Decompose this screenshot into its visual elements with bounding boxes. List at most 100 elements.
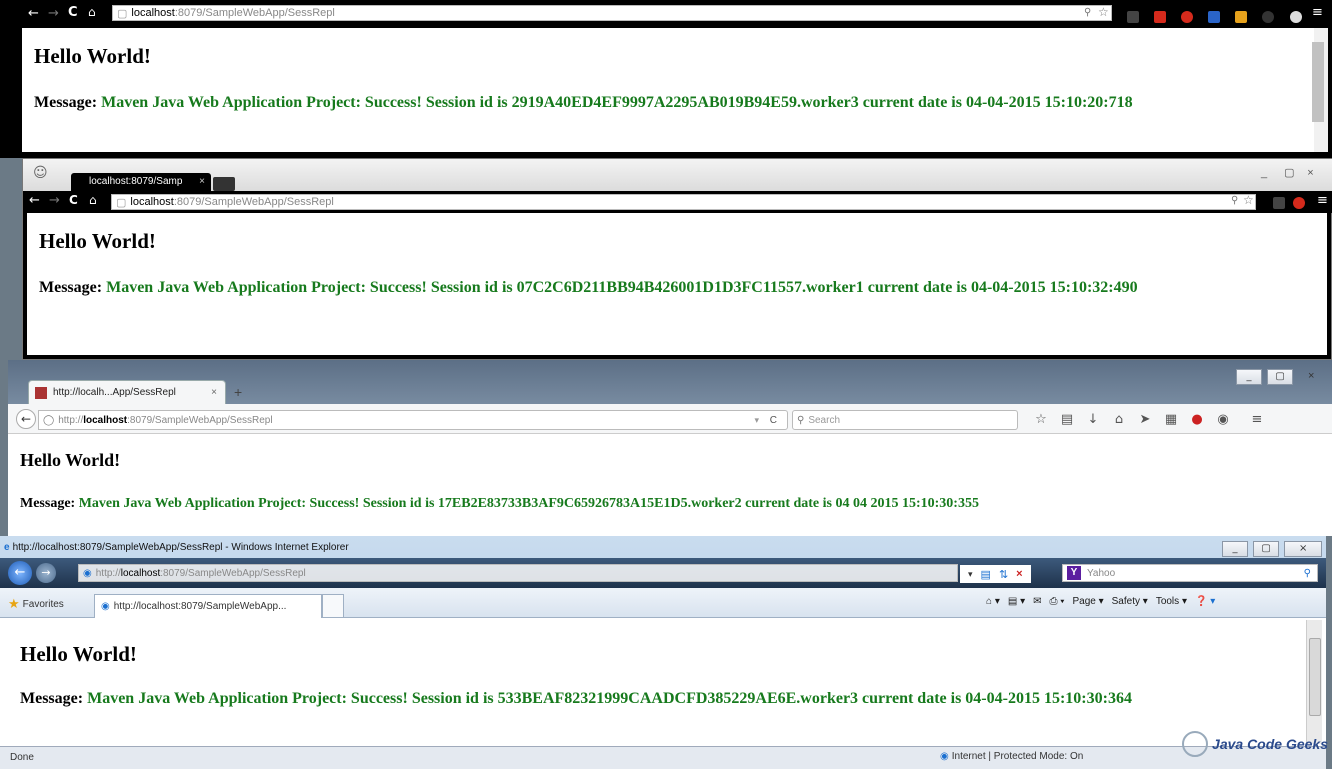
extension-icon[interactable]: [1154, 11, 1167, 23]
reload-icon[interactable]: C: [68, 5, 78, 20]
forward-icon[interactable]: →: [48, 6, 59, 21]
home-icon[interactable]: ⌂: [1110, 410, 1128, 428]
address-bar[interactable]: ▢ localhost:8079/SampleWebApp/SessRepl: [112, 5, 1112, 21]
back-icon[interactable]: ←: [16, 409, 36, 429]
maximize-icon[interactable]: ▢: [1267, 368, 1294, 385]
nav-bar: ← → ◉ http://localhost:8079/SampleWebApp…: [0, 558, 1326, 588]
forward-icon[interactable]: →: [49, 193, 60, 208]
globe-icon: ◯: [43, 414, 55, 426]
back-icon[interactable]: ←: [28, 6, 39, 21]
star-icon[interactable]: ☆: [1098, 5, 1109, 19]
url-rest: :8079/SampleWebApp/SessRepl: [160, 567, 306, 579]
menu-icon[interactable]: ≡: [1312, 5, 1323, 20]
dropdown-icon[interactable]: ▾: [968, 569, 973, 580]
minimize-icon[interactable]: _: [1261, 167, 1279, 179]
favorites-label: Favorites: [22, 598, 64, 610]
refresh-icon[interactable]: ⇅: [999, 568, 1008, 581]
star-icon[interactable]: ☆: [1243, 193, 1254, 207]
message-text: Maven Java Web Application Project: Succ…: [101, 94, 1133, 111]
close-window-icon[interactable]: ×: [1307, 167, 1325, 179]
window-controls: _ ▢ ×: [1222, 536, 1323, 557]
back-icon[interactable]: ←: [8, 561, 32, 585]
favorites-button[interactable]: ★ Favorites: [8, 596, 64, 612]
bookmark-star-icon[interactable]: ☆: [1032, 410, 1050, 428]
tab-title: http://localh...App/SessRepl: [53, 387, 176, 398]
close-window-icon[interactable]: ×: [1298, 370, 1324, 382]
address-bar[interactable]: ◯ http://localhost:8079/SampleWebApp/Ses…: [38, 410, 788, 430]
search-icon[interactable]: ⚲: [1304, 568, 1311, 579]
minimize-icon[interactable]: _: [1236, 368, 1262, 385]
forward-icon[interactable]: →: [36, 563, 56, 583]
maximize-icon[interactable]: ▢: [1253, 540, 1280, 557]
minimize-icon[interactable]: _: [1222, 540, 1248, 557]
download-icon[interactable]: ↓: [1084, 410, 1102, 428]
compat-icon[interactable]: ▤: [981, 568, 991, 581]
tools-menu[interactable]: Tools ▾: [1156, 596, 1187, 607]
pocket-icon[interactable]: ▦: [1162, 410, 1180, 428]
page-icon: ▢: [117, 7, 128, 20]
page-content: Hello World! Message: Maven Java Web App…: [27, 213, 1327, 355]
scrollbar-thumb[interactable]: [1309, 638, 1321, 716]
search-input[interactable]: Y Yahoo ⚲: [1062, 564, 1318, 582]
extension-icon[interactable]: [1181, 11, 1194, 23]
new-tab-button[interactable]: [213, 177, 235, 191]
dropdown-icon[interactable]: ▾: [754, 415, 759, 426]
help-icon[interactable]: ❓ ▾: [1195, 596, 1215, 607]
tab-active[interactable]: http://localh...App/SessRepl ×: [28, 380, 226, 404]
toolbar-icons: ☆ ▤ ↓ ⌂ ➤ ▦ ● ◉ ≡: [1028, 410, 1270, 428]
page-icon: ◉: [83, 567, 92, 579]
home-icon[interactable]: ⌂: [88, 5, 96, 19]
extension-icon[interactable]: ●: [1188, 410, 1206, 428]
page-content: Hello World! Message: Maven Java Web App…: [22, 28, 1328, 152]
extension-icon[interactable]: [1235, 11, 1248, 23]
new-tab-button[interactable]: [322, 594, 344, 618]
favicon-icon: [35, 386, 47, 399]
extension-icon[interactable]: [1262, 11, 1275, 23]
profile-icon[interactable]: ☺: [33, 165, 48, 181]
page-content: Hello World! Message: Maven Java Web App…: [8, 434, 1332, 536]
message: Message: Maven Java Web Application Proj…: [39, 279, 1309, 297]
home-icon[interactable]: ⌂: [89, 193, 97, 207]
menu-icon[interactable]: ≡: [1317, 193, 1328, 208]
safety-menu[interactable]: Safety ▾: [1112, 596, 1148, 607]
tab-title: localhost:8079/Samp: [89, 176, 183, 187]
zoom-icon[interactable]: ⚲: [1084, 7, 1091, 18]
address-bar[interactable]: ◉ http://localhost:8079/SampleWebApp/Ses…: [78, 564, 958, 582]
extension-icon[interactable]: [1293, 197, 1305, 209]
extension-icon[interactable]: [1208, 11, 1221, 23]
send-icon[interactable]: ➤: [1136, 410, 1154, 428]
tab-active[interactable]: ◉ http://localhost:8079/SampleWebApp...: [94, 594, 322, 618]
chat-icon[interactable]: ◉: [1214, 410, 1232, 428]
window-ie: e http://localhost:8079/SampleWebApp/Ses…: [0, 536, 1326, 769]
reload-icon[interactable]: C: [69, 193, 78, 207]
tab-active[interactable]: localhost:8079/Samp ×: [71, 173, 211, 191]
search-input[interactable]: ⚲ Search: [792, 410, 1018, 430]
message: Message: Maven Java Web Application Proj…: [20, 496, 1320, 512]
menu-icon[interactable]: ≡: [1248, 410, 1266, 428]
home-icon[interactable]: ⌂ ▾: [986, 596, 1000, 607]
page-menu[interactable]: Page ▾: [1072, 596, 1103, 607]
window-firefox: _ ▢ × http://localh...App/SessRepl × + ←…: [8, 360, 1332, 536]
stop-icon[interactable]: ×: [1016, 568, 1022, 580]
close-icon[interactable]: ×: [211, 387, 217, 398]
mail-icon[interactable]: ✉: [1033, 596, 1041, 607]
print-icon[interactable]: ⎙ ▾: [1049, 596, 1064, 607]
maximize-icon[interactable]: ▢: [1284, 166, 1302, 179]
new-tab-icon[interactable]: +: [234, 384, 242, 400]
scrollbar[interactable]: [1312, 42, 1324, 122]
extension-icon[interactable]: [1289, 11, 1302, 23]
feeds-icon[interactable]: ▤ ▾: [1008, 596, 1025, 607]
address-bar[interactable]: ▢ localhost:8079/SampleWebApp/SessRepl: [111, 194, 1256, 210]
status-zone-text: Internet | Protected Mode: On: [951, 751, 1084, 762]
zoom-icon[interactable]: ⚲: [1231, 195, 1238, 206]
reading-list-icon[interactable]: ▤: [1058, 410, 1076, 428]
command-bar: ★ Favorites ◉ http://localhost:8079/Samp…: [0, 588, 1326, 618]
extension-icon[interactable]: [1127, 11, 1139, 23]
extension-icon[interactable]: [1273, 197, 1285, 209]
close-icon[interactable]: ×: [199, 173, 205, 191]
back-icon[interactable]: ←: [29, 193, 40, 208]
nav-toolbar: ← ◯ http://localhost:8079/SampleWebApp/S…: [8, 404, 1332, 434]
toolbar: ← → C ⌂ ▢ localhost:8079/SampleWebApp/Se…: [23, 191, 1332, 213]
reload-icon[interactable]: C: [770, 415, 777, 426]
close-window-icon[interactable]: ×: [1284, 540, 1323, 557]
